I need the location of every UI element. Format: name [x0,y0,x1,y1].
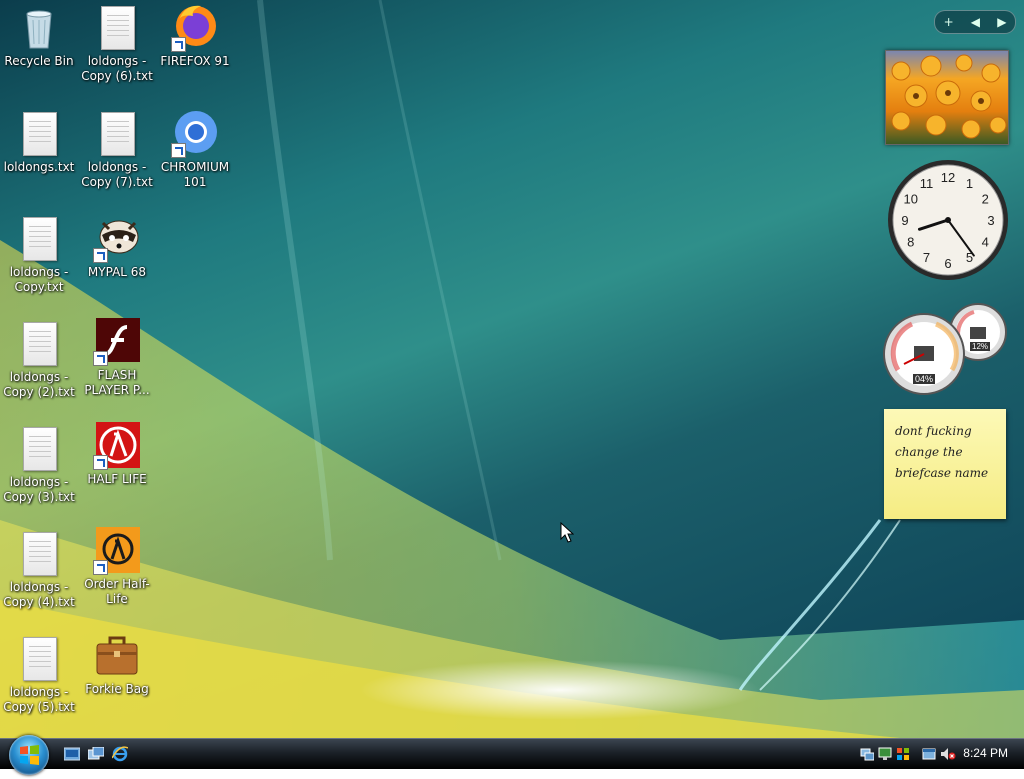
text-file-icon [93,110,141,158]
desktop-icon-text-file[interactable]: loldongs - Copy (6).txt [78,4,156,84]
clock-numeral: 9 [901,213,908,228]
clock-numeral: 8 [907,235,914,250]
clock-numeral: 1 [966,176,973,191]
next-gadget-page-button[interactable]: ▶ [997,15,1006,29]
icon-label: Recycle Bin [4,54,74,68]
cpu-meter-gadget[interactable]: 04% 12% [882,300,1010,396]
icon-label: loldongs - Copy (2).txt [3,370,75,399]
clock-numeral: 7 [923,250,930,265]
shortcut-arrow-icon [171,143,186,158]
clock-numeral: 10 [904,192,918,207]
shortcut-arrow-icon [93,248,108,263]
icon-label: loldongs - Copy (4).txt [3,580,75,609]
flash-player-icon [93,318,141,366]
cpu-meter-dials [883,303,1007,395]
show-desktop-icon[interactable] [63,746,81,761]
icon-label: Order Half-Life [84,577,150,606]
firefox-icon [171,4,219,52]
flowers-photo [891,54,1007,139]
shortcut-arrow-icon [93,560,108,575]
half-life-icon [93,422,141,470]
icon-label: Forkie Bag [85,682,149,696]
text-file-icon [15,425,63,473]
desktop-icon-text-file[interactable]: loldongs - Copy (5).txt [0,635,78,715]
system-tray: 8:24 PM [856,739,1024,769]
desktop-icon-text-file[interactable]: loldongs - Copy (7).txt [78,110,156,190]
icon-label: loldongs - Copy (6).txt [81,54,153,83]
start-button[interactable] [9,735,49,775]
text-file-icon [15,110,63,158]
icon-label: loldongs.txt [3,160,75,174]
clock-numeral: 2 [982,192,989,207]
clock-gadget[interactable]: 1 2 3 4 5 6 7 8 9 10 11 12 [886,158,1010,282]
switch-windows-icon[interactable] [87,746,105,760]
icon-label: loldongs - Copy (5).txt [3,685,75,714]
desktop-icon-firefox[interactable]: FIREFOX 91 [156,4,234,69]
desktop-icon-mypal[interactable]: MYPAL 68 [78,215,156,280]
mypal-raccoon-icon [93,215,141,263]
desktop-icon-text-file[interactable]: loldongs - Copy.txt [0,215,78,295]
shortcut-arrow-icon [93,351,108,366]
taskbar: 8:24 PM [0,735,1024,775]
desktop-icon-text-file[interactable]: loldongs - Copy (3).txt [0,425,78,505]
internet-explorer-icon[interactable] [111,746,129,762]
tray-window-icon[interactable] [922,746,936,760]
display-icon[interactable] [878,746,892,760]
notes-gadget[interactable]: dont fucking change the briefcase name [884,409,1006,519]
text-file-icon [15,635,63,683]
text-file-icon [15,215,63,263]
icon-label: loldongs - Copy (7).txt [81,160,153,189]
desktop-icon-forkie-bag[interactable]: Forkie Bag [78,632,156,697]
desktop[interactable]: Recycle Bin loldongs.txt loldongs - Copy… [0,0,1024,738]
desktop-icon-text-file[interactable]: loldongs - Copy (4).txt [0,530,78,610]
desktop-icon-chromium[interactable]: CHROMIUM 101 [156,110,234,190]
desktop-icon-text-file[interactable]: loldongs - Copy (2).txt [0,320,78,400]
network-icon[interactable] [860,746,875,761]
icon-label: MYPAL 68 [87,265,147,279]
icon-label: FLASH PLAYER P... [84,368,150,397]
analog-clock-face: 1234567891011 12 [888,160,1008,280]
memory-usage-label: 12% [970,342,991,351]
orange-box-icon [93,527,141,575]
shortcut-arrow-icon [93,455,108,470]
desktop-icon-flash-player[interactable]: FLASH PLAYER P... [78,318,156,398]
text-file-icon [15,530,63,578]
cpu-usage-label: 04% [913,374,936,384]
gadget-toolbar: + ◀ ▶ [934,10,1016,34]
desktop-icon-text-file[interactable]: loldongs.txt [0,110,78,175]
clock-numeral: 12 [941,170,955,185]
note-text[interactable]: dont fucking change the briefcase name [895,424,988,480]
desktop-icon-recycle-bin[interactable]: Recycle Bin [0,4,78,69]
icon-label: CHROMIUM 101 [160,160,230,189]
desktop-icon-order-half-life[interactable]: Order Half-Life [78,527,156,607]
clock-numeral: 11 [920,176,934,191]
icon-label: FIREFOX 91 [160,54,230,68]
clock-numeral: 4 [982,235,989,250]
taskbar-clock[interactable]: 8:24 PM [963,746,1008,760]
briefcase-icon [93,632,141,680]
slideshow-gadget[interactable] [885,50,1009,145]
chromium-icon [171,110,219,158]
previous-gadget-page-button[interactable]: ◀ [971,15,980,29]
text-file-icon [93,4,141,52]
recycle-bin-icon [15,4,63,52]
icon-label: HALF LIFE [87,472,147,486]
muted-volume-icon[interactable] [940,746,956,760]
icon-label: loldongs - Copy.txt [9,265,69,294]
text-file-icon [15,320,63,368]
desktop-icon-half-life[interactable]: HALF LIFE [78,422,156,487]
shortcut-arrow-icon [171,37,186,52]
security-icon[interactable] [896,746,910,760]
icon-label: loldongs - Copy (3).txt [3,475,75,504]
clock-numeral: 6 [944,256,951,271]
clock-numeral: 3 [987,213,994,228]
mouse-cursor-icon [560,521,575,548]
windows-logo-icon [20,745,39,765]
add-gadget-button[interactable]: + [944,15,954,29]
